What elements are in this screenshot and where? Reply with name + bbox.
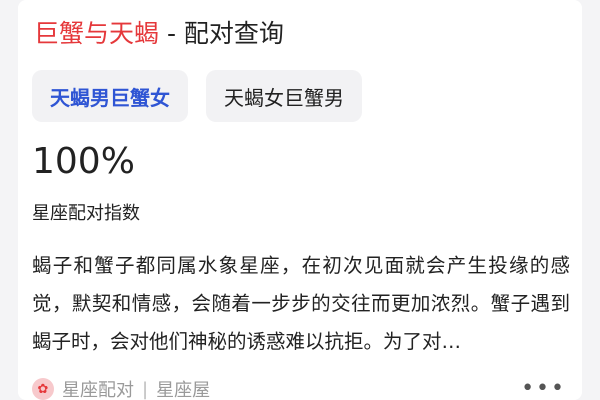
- match-percent: 100%: [32, 141, 135, 182]
- source-site: 星座屋: [156, 380, 211, 400]
- source-footer[interactable]: ✿ 星座配对 | 星座屋: [32, 376, 210, 400]
- source-category: 星座配对: [62, 380, 134, 400]
- more-icon[interactable]: •••: [521, 378, 566, 400]
- tab-scorpio-female-cancer-male[interactable]: 天蝎女巨蟹男: [206, 70, 362, 122]
- gender-tabs: 天蝎男巨蟹女 天蝎女巨蟹男: [32, 70, 362, 122]
- page-title[interactable]: 巨蟹与天蝎 - 配对查询: [34, 14, 284, 54]
- match-description[interactable]: 蝎子和蟹子都同属水象星座，在初次见面就会产生投缘的感觉，默契和情感，会随着一步步…: [32, 247, 570, 361]
- match-index-label: 星座配对指数: [32, 203, 140, 224]
- source-separator: |: [142, 378, 149, 400]
- title-highlight: 巨蟹与天蝎: [34, 19, 160, 48]
- tab-scorpio-male-cancer-female[interactable]: 天蝎男巨蟹女: [32, 70, 188, 122]
- result-card: 巨蟹与天蝎 - 配对查询 天蝎男巨蟹女 天蝎女巨蟹男 100% 星座配对指数 蝎…: [18, 0, 582, 400]
- flower-icon: ✿: [32, 378, 54, 400]
- title-rest: - 配对查询: [159, 19, 284, 48]
